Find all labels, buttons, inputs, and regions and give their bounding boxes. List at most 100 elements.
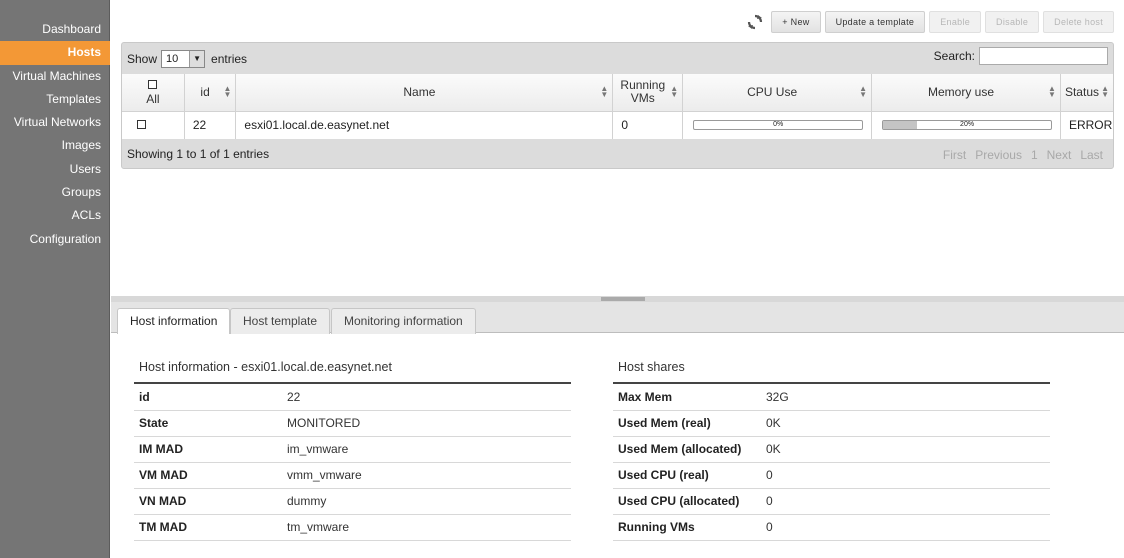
tabs-bar: Host information Host template Monitorin… [111, 302, 1124, 334]
column-header-id[interactable]: id ▲ ▼ [184, 74, 237, 112]
cpu-progress-bar: 0% [693, 120, 864, 131]
sort-icon: ▲ ▼ [1101, 84, 1109, 99]
hosts-list-panel: + New Update a template Enable Disable D… [111, 0, 1124, 298]
splitter-grip[interactable] [601, 297, 645, 301]
sidebar: Dashboard Hosts Virtual Machines Templat… [0, 0, 110, 558]
sidebar-item-groups[interactable]: Groups [0, 181, 110, 204]
share-key: Max Mem [613, 384, 761, 411]
table-row: IM MAD im_vmware [134, 436, 571, 463]
refresh-icon[interactable] [745, 12, 765, 32]
sidebar-item-users[interactable]: Users [0, 158, 110, 181]
search-input[interactable] [979, 47, 1108, 65]
row-status: ERROR [1068, 118, 1113, 133]
disable-button[interactable]: Disable [985, 10, 1040, 33]
show-label: Show [127, 51, 158, 66]
sidebar-item-virtual-networks[interactable]: Virtual Networks [0, 111, 110, 134]
pager-last[interactable]: Last [1080, 148, 1103, 162]
info-key: State [134, 410, 282, 437]
sidebar-menu: Dashboard Hosts Virtual Machines Templat… [0, 0, 110, 251]
delete-host-button[interactable]: Delete host [1043, 10, 1114, 33]
memory-progress-bar: 20% [882, 120, 1053, 131]
column-header-running-vms[interactable]: Running VMs ▲ ▼ [612, 74, 684, 112]
sort-icon: ▲ ▼ [670, 84, 679, 99]
toolbar: + New Update a template Enable Disable D… [745, 10, 1114, 33]
share-value: 0 [761, 462, 1050, 489]
column-label-name: Name [403, 85, 436, 100]
pager-page[interactable]: 1 [1031, 148, 1038, 162]
row-id: 22 [184, 111, 237, 139]
table-row: VN MAD dummy [134, 488, 571, 515]
info-value: im_vmware [282, 436, 571, 463]
pager-next[interactable]: Next [1047, 148, 1072, 162]
column-header-all[interactable]: All [122, 74, 185, 112]
table-header-row: All id ▲ ▼ Name ▲ ▼ Running VMs ▲ ▼ CPU … [122, 74, 1113, 112]
row-running-vms: 0 [612, 111, 684, 139]
table-row: Max Mem 32G [613, 384, 1050, 411]
host-details-panel: Host information Host template Monitorin… [111, 302, 1124, 558]
sidebar-item-virtual-machines[interactable]: Virtual Machines [0, 65, 110, 88]
hosts-table-wrapper: Show 10 ▼ entries Search: All id ▲ ▼ Nam… [121, 42, 1114, 169]
chevron-down-icon: ▼ [189, 50, 205, 67]
info-key: id [134, 384, 282, 411]
sidebar-item-hosts[interactable]: Hosts [0, 41, 110, 65]
hosts-table: All id ▲ ▼ Name ▲ ▼ Running VMs ▲ ▼ CPU … [122, 74, 1113, 139]
table-row: Used CPU (real) 0 [613, 462, 1050, 489]
table-row: id 22 [134, 384, 571, 411]
new-button[interactable]: + New [771, 10, 821, 33]
table-row: VM MAD vmm_vmware [134, 462, 571, 489]
sidebar-item-acls[interactable]: ACLs [0, 204, 110, 227]
host-information-section: Host information - esxi01.local.de.easyn… [134, 356, 571, 541]
sort-icon: ▲ ▼ [1048, 84, 1056, 99]
info-key: TM MAD [134, 514, 282, 541]
row-cpu-use: 0% [682, 111, 873, 139]
tab-host-template[interactable]: Host template [230, 308, 331, 334]
info-key: VM MAD [134, 462, 282, 489]
share-key: Running VMs [613, 514, 761, 541]
host-shares-table: Max Mem 32G Used Mem (real) 0K Used Mem (a… [613, 384, 1050, 541]
select-all-checkbox[interactable] [148, 80, 158, 90]
share-value: 32G [761, 384, 1050, 411]
column-header-cpu-use[interactable]: CPU Use ▲ ▼ [682, 74, 873, 112]
sidebar-item-dashboard[interactable]: Dashboard [0, 18, 110, 41]
column-header-memory-use[interactable]: Memory use ▲ ▼ [871, 74, 1061, 112]
enable-button[interactable]: Enable [929, 10, 982, 33]
search-label: Search: [933, 49, 975, 63]
share-value: 0 [761, 488, 1050, 515]
info-key: IM MAD [134, 436, 282, 463]
info-value: dummy [282, 488, 571, 515]
table-row[interactable]: 22 esxi01.local.de.easynet.net 0 0% 20% [122, 111, 1113, 139]
sidebar-item-templates[interactable]: Templates [0, 88, 110, 111]
pager-previous[interactable]: Previous [975, 148, 1022, 162]
share-key: Used Mem (real) [613, 410, 761, 437]
info-value: MONITORED [282, 410, 571, 437]
column-label-all: All [146, 92, 160, 107]
row-checkbox[interactable] [137, 120, 146, 130]
host-shares-section: Host shares Max Mem 32G Used Mem (real) 0K… [613, 356, 1050, 541]
table-row: Used Mem (allocated) 0K [613, 436, 1050, 463]
column-label-running: Running [620, 78, 666, 93]
sort-icon: ▲ ▼ [859, 84, 868, 99]
column-label-status: Status [1064, 85, 1099, 100]
info-value: tm_vmware [282, 514, 571, 541]
column-header-name[interactable]: Name ▲ ▼ [235, 74, 614, 112]
sort-icon: ▲ ▼ [600, 84, 609, 99]
entries-select[interactable]: 10 ▼ [161, 49, 206, 68]
info-key: VN MAD [134, 488, 282, 515]
row-select-cell[interactable] [122, 111, 185, 139]
table-header-controls: Show 10 ▼ entries Search: [122, 43, 1113, 74]
tab-host-information[interactable]: Host information [117, 308, 231, 334]
update-template-button[interactable]: Update a template [824, 10, 926, 33]
sidebar-item-configuration[interactable]: Configuration [0, 228, 110, 251]
column-label-cpu-use: CPU Use [747, 85, 798, 100]
pager-first[interactable]: First [943, 148, 966, 162]
share-value: 0 [761, 514, 1050, 541]
column-header-status[interactable]: Status ▲ ▼ [1060, 74, 1113, 112]
table-info: Showing 1 to 1 of 1 entries [127, 147, 270, 161]
memory-progress-label: 20% [960, 121, 975, 129]
search-box: Search: [934, 47, 1108, 65]
pagination: First Previous 1 Next Last [943, 148, 1103, 162]
tab-monitoring-information[interactable]: Monitoring information [331, 308, 476, 334]
row-name: esxi01.local.de.easynet.net [235, 111, 614, 139]
sidebar-item-images[interactable]: Images [0, 134, 110, 157]
sort-icon: ▲ ▼ [223, 84, 232, 99]
